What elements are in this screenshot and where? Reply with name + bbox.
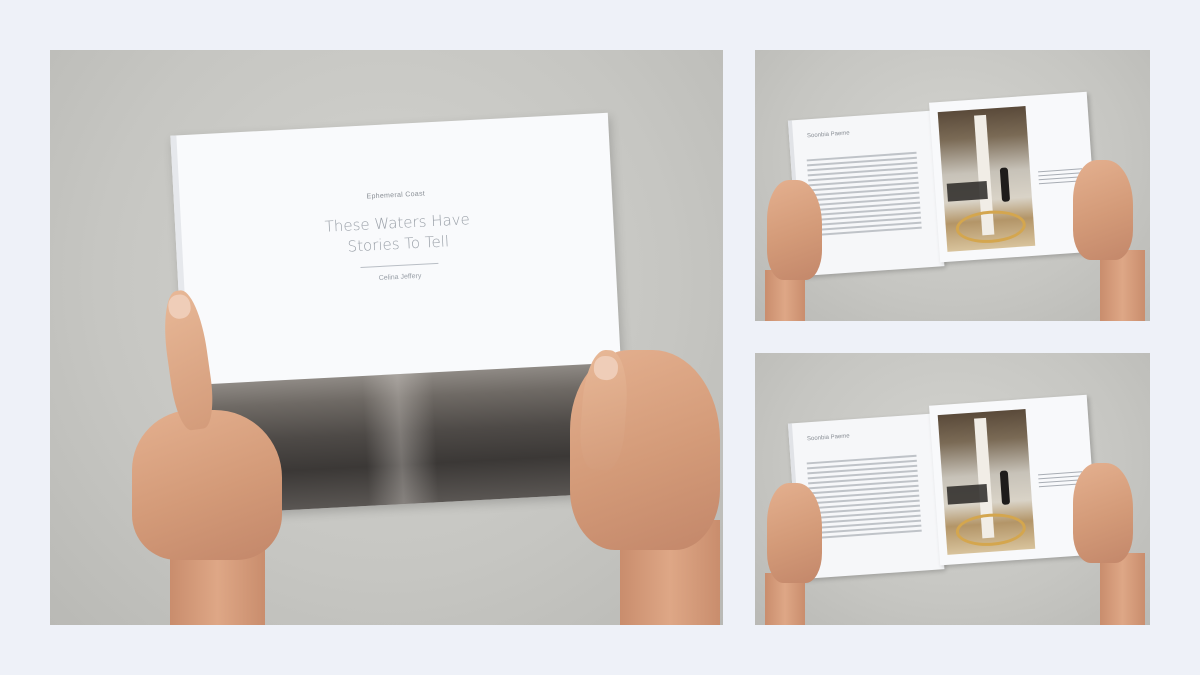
cover-title: These Waters Have Stories To Tell bbox=[181, 202, 615, 267]
right-hand-small bbox=[1073, 463, 1133, 563]
gallery-photo bbox=[937, 106, 1036, 252]
gallery-photo bbox=[937, 409, 1036, 555]
left-hand-small bbox=[767, 180, 822, 280]
spread-photo-top: Soonbia Paeme bbox=[755, 50, 1150, 321]
open-book: Soonbia Paeme bbox=[787, 91, 1098, 285]
cover-text: Ephemeral Coast These Waters Have Storie… bbox=[180, 181, 616, 292]
right-arm-small bbox=[1100, 250, 1145, 321]
left-hand bbox=[132, 410, 282, 560]
right-arm-small bbox=[1100, 553, 1145, 625]
cover-divider bbox=[360, 262, 439, 268]
spread-photo-bottom: Soonbia Paeme bbox=[755, 353, 1150, 625]
page-heading: Soonbia Paeme bbox=[806, 130, 850, 140]
open-book: Soonbia Paeme bbox=[787, 394, 1098, 588]
body-text-lines bbox=[806, 151, 922, 239]
body-text-lines bbox=[806, 454, 922, 542]
cover-author: Celina Jeffery bbox=[378, 272, 422, 283]
left-thumb-nail bbox=[166, 293, 193, 321]
right-hand-small bbox=[1073, 160, 1133, 260]
right-thumb-nail bbox=[593, 355, 619, 381]
page-heading: Soonbia Paeme bbox=[806, 433, 850, 443]
cover-sea-reflection bbox=[361, 372, 439, 506]
left-hand-small bbox=[767, 483, 822, 583]
main-photo: Ephemeral Coast These Waters Have Storie… bbox=[50, 50, 723, 625]
